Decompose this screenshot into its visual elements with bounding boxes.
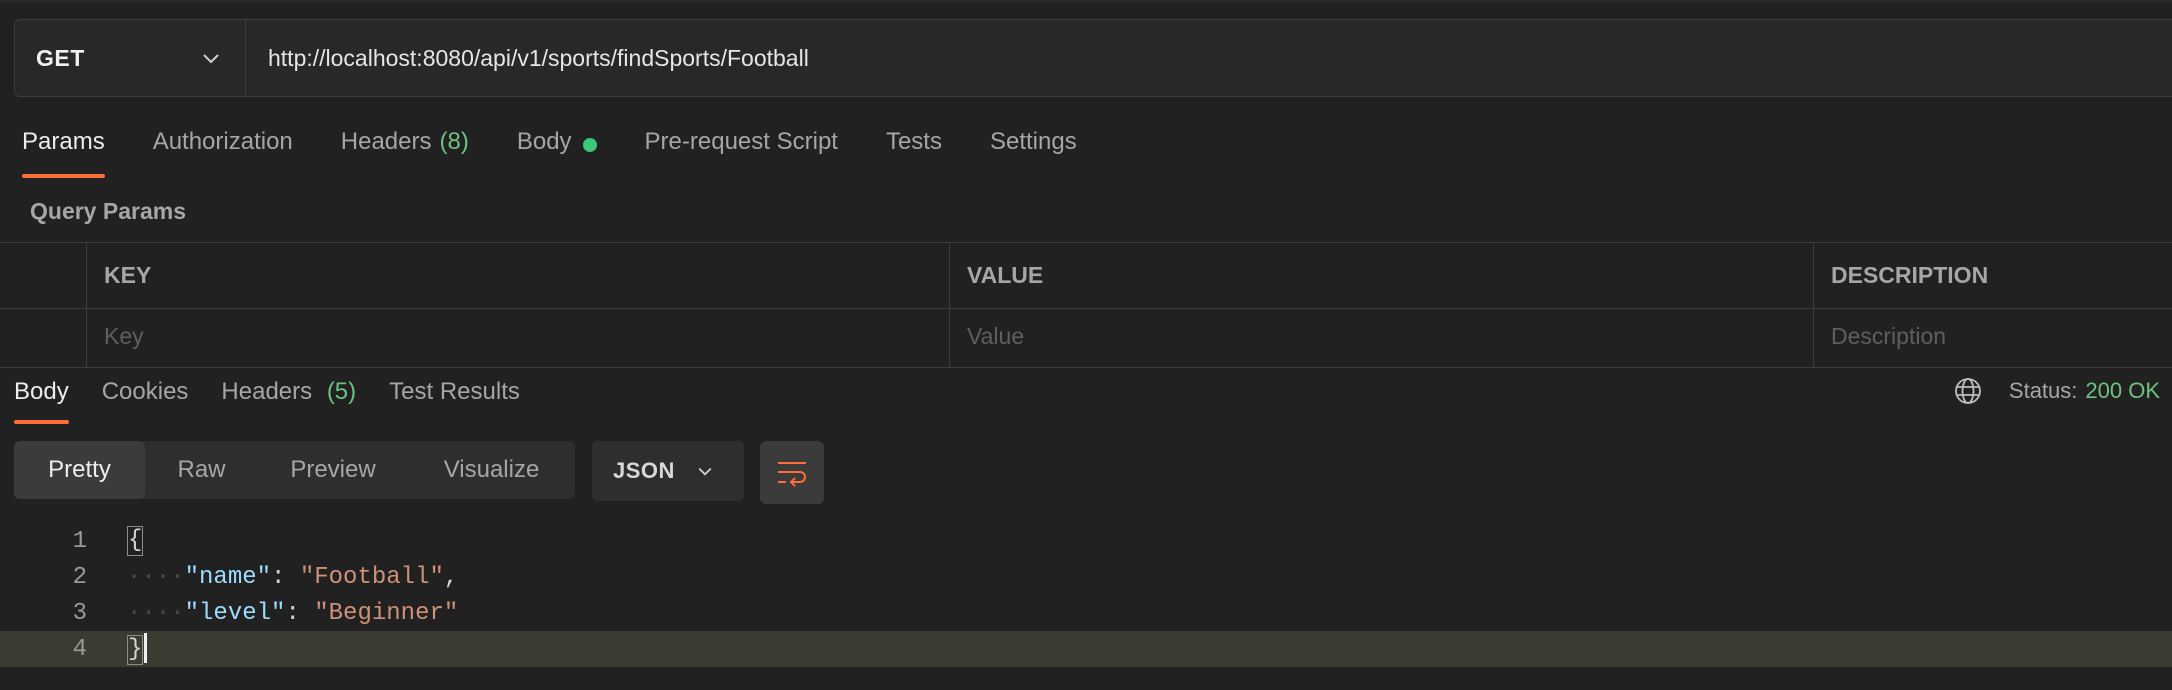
chevron-down-icon [698, 467, 712, 476]
request-tabs: Params Authorization Headers (8) Body Pre… [22, 128, 1125, 178]
status-label: Status: [2008, 378, 2078, 403]
tab-body[interactable]: Body [517, 128, 597, 178]
top-divider [0, 0, 2172, 2]
code-content: } [127, 633, 148, 665]
tab-cookies-label: Cookies [101, 378, 189, 405]
row-checkbox-cell [0, 309, 87, 367]
tab-authorization-label: Authorization [152, 128, 293, 155]
query-params-table: KEY VALUE DESCRIPTION Key Value Descript… [0, 242, 2172, 368]
response-body-editor[interactable]: 1 { 2 ····"name": "Football", 3 ····"lev… [0, 523, 2172, 683]
tab-params[interactable]: Params [22, 128, 105, 178]
tab-tests-label: Tests [885, 128, 942, 155]
code-line: 3 ····"level": "Beginner" [0, 595, 2172, 631]
json-comma: , [443, 563, 459, 591]
open-brace: { [127, 526, 144, 556]
language-select[interactable]: JSON [592, 441, 744, 501]
response-headers-count: (5) [326, 378, 357, 405]
tab-response-body[interactable]: Body [14, 378, 69, 424]
tab-response-headers-label: Headers [221, 378, 313, 405]
code-content: { [127, 526, 144, 556]
mode-pretty-button[interactable]: Pretty [14, 441, 145, 499]
wrap-lines-button[interactable] [760, 441, 824, 504]
mode-raw-button[interactable]: Raw [145, 441, 258, 499]
mode-visualize-button[interactable]: Visualize [408, 441, 575, 499]
table-header-row: KEY VALUE DESCRIPTION [0, 242, 2172, 308]
column-description-header: DESCRIPTION [1831, 262, 1989, 288]
url-input[interactable]: http://localhost:8080/api/v1/sports/find… [246, 20, 2172, 96]
close-brace: } [127, 634, 144, 665]
indent-guide: ···· [127, 563, 185, 591]
column-key-header: KEY [87, 243, 950, 308]
query-params-title: Query Params [30, 198, 186, 224]
column-value-header: VALUE [950, 243, 1814, 308]
json-key: "level" [184, 599, 286, 627]
code-line: 2 ····"name": "Football", [0, 559, 2172, 595]
json-value: "Beginner" [314, 599, 459, 627]
request-bar: GET http://localhost:8080/api/v1/sports/… [14, 19, 2172, 97]
line-number: 1 [72, 527, 87, 555]
status-area: Status: 200 OK [1953, 376, 2160, 406]
mode-preview-button[interactable]: Preview [258, 441, 408, 499]
code-content: ····"level": "Beginner" [127, 599, 459, 627]
tab-body-label: Body [516, 128, 572, 155]
tab-response-body-label: Body [14, 378, 69, 405]
line-number: 4 [72, 635, 87, 663]
body-indicator-dot [582, 138, 597, 152]
headers-count: (8) [439, 128, 469, 155]
tab-headers[interactable]: Headers (8) [341, 128, 469, 178]
status-badge[interactable]: 200 OK [2085, 378, 2160, 404]
tab-response-headers[interactable]: Headers (5) [221, 378, 356, 424]
line-number: 3 [72, 599, 87, 627]
method-select[interactable]: GET [15, 20, 246, 96]
method-label: GET [36, 44, 85, 71]
chevron-down-icon [203, 54, 219, 64]
text-cursor [144, 633, 148, 664]
tab-cookies[interactable]: Cookies [102, 378, 189, 424]
language-label: JSON [613, 458, 675, 483]
value-input[interactable]: Value [950, 309, 1814, 367]
code-line-current: 4 } [0, 631, 2172, 667]
tab-pre-request-label: Pre-request Script [644, 128, 838, 155]
code-line: 1 { [0, 523, 2172, 559]
tab-settings-label: Settings [989, 128, 1077, 155]
tab-tests[interactable]: Tests [886, 128, 942, 178]
description-input[interactable]: Description [1814, 309, 2172, 367]
tab-pre-request-script[interactable]: Pre-request Script [645, 128, 838, 178]
key-input[interactable]: Key [87, 309, 950, 367]
tab-params-label: Params [22, 128, 105, 155]
wrap-lines-icon [778, 461, 806, 487]
view-mode-segmented-control: Pretty Raw Preview Visualize [14, 441, 575, 499]
response-tabs: Body Cookies Headers (5) Test Results [14, 378, 553, 424]
tab-authorization[interactable]: Authorization [153, 128, 293, 178]
indent-guide: ···· [127, 599, 185, 627]
table-lead-cell [0, 243, 87, 308]
json-value: "Football" [299, 563, 444, 591]
tab-test-results[interactable]: Test Results [389, 378, 520, 424]
tab-headers-label: Headers [340, 128, 432, 155]
tab-test-results-label: Test Results [389, 378, 520, 405]
tab-settings[interactable]: Settings [990, 128, 1077, 178]
table-row: Key Value Description [0, 308, 2172, 368]
globe-icon[interactable] [1953, 376, 1983, 406]
code-content: ····"name": "Football", [127, 563, 459, 591]
json-key: "name" [184, 563, 272, 591]
line-number: 2 [72, 563, 87, 591]
